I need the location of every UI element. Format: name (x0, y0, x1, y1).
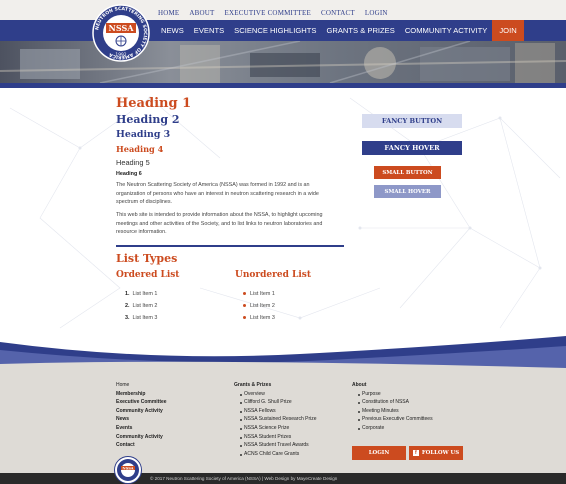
footer-link-constitution[interactable]: Constitution of NSSA (352, 398, 433, 407)
footer-about-title[interactable]: About (352, 381, 433, 390)
footer-link-previous-committees[interactable]: Previous Executive Committees (352, 415, 433, 424)
footer-link-student-travel-awards[interactable]: NSSA Student Travel Awards (234, 441, 317, 450)
heading-1: Heading 1 (116, 96, 192, 111)
fancy-button[interactable]: FANCY BUTTON (362, 114, 462, 128)
footer-link-nssa-fellows[interactable]: NSSA Fellows (234, 407, 317, 416)
svg-text:NSSA: NSSA (122, 466, 133, 470)
footer-link-meeting-minutes[interactable]: Meeting Minutes (352, 407, 433, 416)
footer-link-community-activity[interactable]: Community Activity (116, 407, 167, 416)
purpose-paragraph: This web site is intended to provide inf… (116, 212, 323, 236)
footer-link-events[interactable]: Events (116, 424, 167, 433)
heading-5: Heading 5 (116, 158, 150, 167)
heading-4: Heading 4 (116, 144, 164, 154)
join-button[interactable]: JOIN (492, 20, 524, 41)
ordered-list-item: 3. List Item 3 (125, 315, 157, 321)
svg-text:NSSA: NSSA (109, 23, 135, 33)
unordered-list-item: List Item 3 (243, 315, 275, 321)
list-item-label: List Item 1 (132, 291, 158, 297)
main-nav: NEWS EVENTS SCIENCE HIGHLIGHTS GRANTS & … (156, 20, 524, 41)
list-item-label: List Item 2 (250, 303, 275, 309)
footer-link-science-prize[interactable]: NSSA Science Prize (234, 424, 317, 433)
list-item-label: List Item 3 (132, 315, 158, 321)
footer-link-purpose[interactable]: Purpose (352, 390, 433, 399)
follow-label: FOLLOW US (421, 450, 460, 456)
footer-column-main: Home Membership Executive Committee Comm… (116, 381, 167, 450)
footer-link-child-care-grants[interactable]: ACNS Child Care Grants (234, 450, 317, 459)
footer-link-overview[interactable]: Overview (234, 390, 317, 399)
unordered-list-item: List Item 1 (243, 291, 275, 297)
footer-link-executive-committee[interactable]: Executive Committee (116, 398, 167, 407)
fancy-hover-button[interactable]: FANCY HOVER (362, 141, 462, 155)
footer-link-corporate[interactable]: Corporate (352, 424, 433, 433)
ordered-list-item: 2. List Item 2 (125, 303, 157, 309)
top-nav-about[interactable]: ABOUT (189, 9, 214, 17)
svg-text:1992: 1992 (115, 52, 126, 58)
nssa-logo[interactable]: NEUTRON SCATTERING SOCIETY OF AMERICA NS… (92, 4, 150, 62)
unordered-list-item: List Item 2 (243, 303, 275, 309)
footer-link-news[interactable]: News (116, 415, 167, 424)
footer-wave (0, 336, 566, 372)
main-nav-events[interactable]: EVENTS (189, 20, 229, 41)
footer-follow-button[interactable]: f FOLLOW US (409, 446, 463, 460)
main-content: Heading 1 Heading 2 Heading 3 Heading 4 … (0, 88, 566, 343)
unordered-list-title: Unordered List (235, 270, 312, 280)
small-hover-button[interactable]: SMALL HOVER (374, 185, 441, 198)
list-number: 2. (125, 303, 130, 309)
footer-link-community-activity-2[interactable]: Community Activity (116, 433, 167, 442)
list-number: 3. (125, 315, 130, 321)
heading-3: Heading 3 (116, 129, 171, 140)
section-divider (116, 245, 344, 247)
footer-column-about: About Purpose Constitution of NSSA Meeti… (352, 381, 433, 433)
footer-link-membership[interactable]: Membership (116, 390, 167, 399)
footer-login-button[interactable]: LOGIN (352, 446, 406, 460)
ordered-list-title: Ordered List (116, 270, 180, 280)
hero-lab-image (0, 41, 566, 83)
bullet-icon (243, 304, 246, 308)
top-nav-contact[interactable]: CONTACT (321, 9, 355, 17)
hero-banner (0, 41, 566, 83)
bullet-icon (243, 292, 246, 296)
facebook-icon: f (412, 450, 419, 456)
main-nav-community-activity[interactable]: COMMUNITY ACTIVITY (400, 20, 493, 41)
footer-link-shull-prize[interactable]: Clifford G. Shull Prize (234, 398, 317, 407)
footer-grants-title[interactable]: Grants & Prizes (234, 381, 317, 390)
ordered-list-item: 1. List Item 1 (125, 291, 157, 297)
footer-link-sustained-research-prize[interactable]: NSSA Sustained Research Prize (234, 415, 317, 424)
list-item-label: List Item 2 (132, 303, 158, 309)
list-number: 1. (125, 291, 130, 297)
list-types-heading: List Types (116, 252, 178, 265)
main-nav-news[interactable]: NEWS (156, 20, 189, 41)
footer-link-home[interactable]: Home (116, 381, 167, 390)
main-nav-science-highlights[interactable]: SCIENCE HIGHLIGHTS (229, 20, 321, 41)
footer: Home Membership Executive Committee Comm… (0, 371, 566, 473)
top-nav: HOME ABOUT EXECUTIVE COMMITTEE CONTACT L… (158, 9, 388, 17)
heading-2: Heading 2 (116, 113, 180, 126)
top-nav-executive-committee[interactable]: EXECUTIVE COMMITTEE (225, 9, 311, 17)
small-button[interactable]: SMALL BUTTON (374, 166, 441, 179)
heading-6: Heading 6 (116, 171, 142, 177)
footer-nssa-logo[interactable]: NSSA (114, 456, 142, 484)
copyright-text: © 2017 Neutron Scattering Society of Ame… (150, 476, 338, 481)
top-nav-home[interactable]: HOME (158, 9, 179, 17)
main-nav-grants-prizes[interactable]: GRANTS & PRIZES (321, 20, 399, 41)
bullet-icon (243, 316, 246, 320)
list-item-label: List Item 3 (250, 315, 275, 321)
footer-column-grants: Grants & Prizes Overview Clifford G. Shu… (234, 381, 317, 458)
intro-paragraph: The Neutron Scattering Society of Americ… (116, 182, 319, 206)
footer-link-student-prizes[interactable]: NSSA Student Prizes (234, 433, 317, 442)
list-item-label: List Item 1 (250, 291, 275, 297)
top-nav-login[interactable]: LOGIN (365, 9, 388, 17)
footer-link-contact[interactable]: Contact (116, 441, 167, 450)
